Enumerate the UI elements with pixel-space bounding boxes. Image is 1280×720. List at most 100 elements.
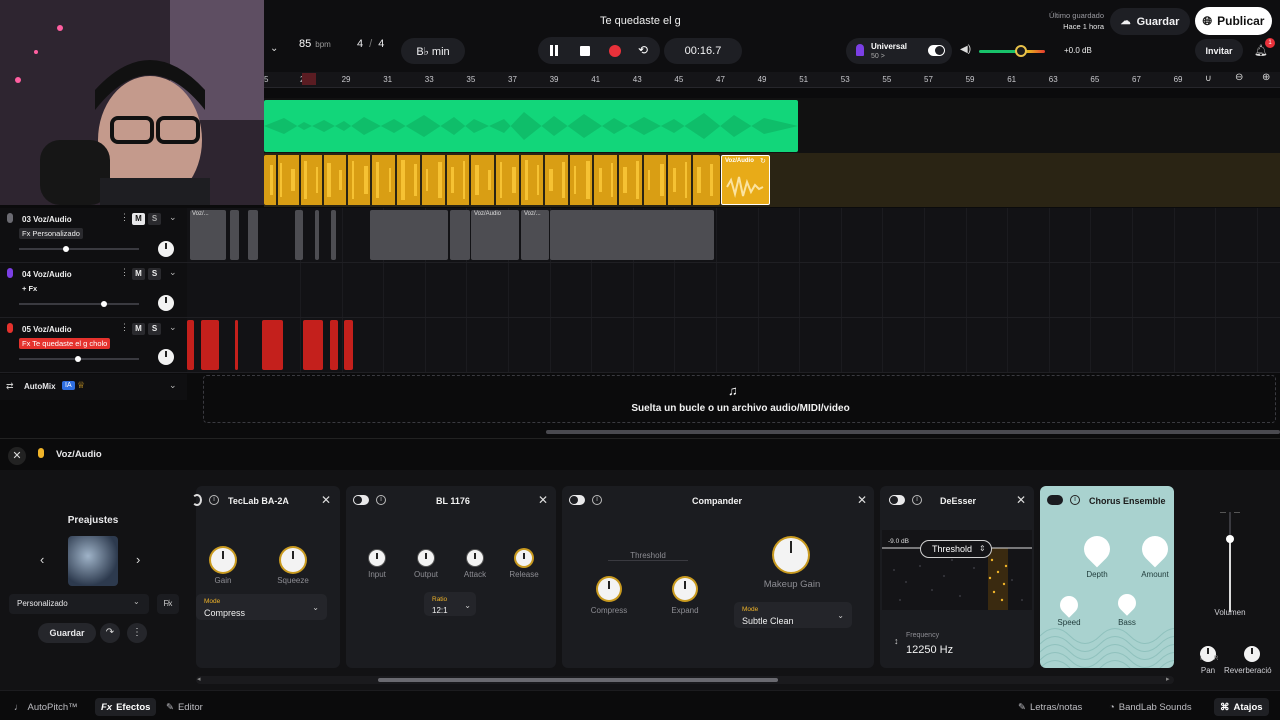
key-button[interactable]: B♭ min [401, 38, 465, 64]
track-header-03[interactable]: 03 Voz/Audio ⋮ M S ⌄ Fx Personalizado [0, 208, 187, 263]
shortcuts-tab[interactable]: ⌘ Atajos [1214, 698, 1269, 716]
scroll-left-icon[interactable]: ◂ [197, 675, 201, 683]
more-vert-icon[interactable]: ⋮ [120, 212, 129, 223]
fx-bypass-icon[interactable]: F̸x [157, 594, 179, 614]
preset-thumbnail[interactable] [68, 536, 118, 586]
preset-dropdown[interactable]: Personalizado ⌄ [9, 594, 149, 614]
loop-handle-icon[interactable]: ↻ [760, 157, 766, 165]
close-icon[interactable]: ✕ [321, 493, 331, 507]
track-volume-slider[interactable] [19, 246, 139, 252]
power-toggle[interactable] [889, 495, 905, 505]
close-icon[interactable]: ✕ [8, 447, 26, 465]
lane-track-05[interactable] [187, 318, 1280, 373]
zoom-out-icon[interactable]: ⊖ [1235, 72, 1243, 83]
red-audio-clip[interactable] [201, 320, 219, 370]
volume-knob[interactable] [1015, 45, 1027, 57]
yellow-audio-clip[interactable] [264, 155, 720, 205]
info-icon[interactable]: i [209, 495, 219, 505]
publish-button[interactable]: 🌐︎ Publicar [1195, 7, 1272, 35]
chevron-down-icon[interactable]: ⌄ [169, 267, 177, 278]
gray-audio-clip[interactable]: Voz/... [521, 210, 549, 260]
volume-fader-knob[interactable] [1226, 535, 1234, 543]
gray-audio-clip[interactable] [370, 210, 448, 260]
expand-knob[interactable] [674, 578, 696, 600]
playhead-marker[interactable] [302, 73, 316, 85]
zoom-in-icon[interactable]: ⊕ [1262, 72, 1270, 83]
more-vert-icon[interactable]: ⋮ [120, 322, 129, 333]
pan-knob[interactable] [158, 295, 174, 311]
info-icon[interactable]: i [592, 495, 602, 505]
green-audio-clip[interactable] [264, 100, 798, 152]
reverb-knob[interactable] [1244, 646, 1260, 662]
instrument-toggle[interactable] [928, 45, 945, 56]
pause-icon[interactable] [549, 45, 559, 56]
fx-card-compander[interactable]: i Compander ✕ Threshold Compress Expand … [562, 486, 874, 668]
editor-tab[interactable]: ✎ Editor [160, 698, 209, 716]
volume-knob[interactable] [63, 246, 69, 252]
more-vert-icon[interactable]: ⋮ [120, 267, 129, 278]
master-volume-slider[interactable] [979, 45, 1045, 57]
track-volume-slider[interactable] [19, 301, 139, 307]
chevron-down-icon[interactable]: ⌄ [270, 43, 278, 54]
attack-knob[interactable] [467, 550, 483, 566]
solo-button[interactable]: S [148, 213, 161, 225]
input-knob[interactable] [369, 550, 385, 566]
mute-button[interactable]: M [132, 268, 145, 280]
gray-audio-clip[interactable] [450, 210, 470, 260]
compander-mode-select[interactable]: Mode Subtle Clean ⌄ [734, 602, 852, 628]
pan-knob[interactable] [158, 241, 174, 257]
time-signature[interactable]: 4 / 4 [357, 38, 384, 50]
gray-audio-clip[interactable] [248, 210, 258, 260]
power-toggle-icon[interactable] [192, 494, 202, 506]
volume-knob[interactable] [75, 356, 81, 362]
speaker-icon[interactable]: ◀) [960, 44, 971, 55]
save-preset-button[interactable]: Guardar [38, 623, 96, 643]
red-audio-clip[interactable] [187, 320, 194, 370]
autopitch-tab[interactable]: ♩ AutoPitch™ [8, 698, 84, 716]
fx-chip[interactable]: Fx Personalizado [19, 228, 83, 239]
solo-button[interactable]: S [148, 323, 161, 335]
mode-select[interactable]: Mode Compress ⌄ [196, 594, 327, 620]
lane-track-01[interactable] [264, 98, 1280, 153]
chevron-down-icon[interactable]: ⌄ [169, 322, 177, 333]
threshold-dropdown[interactable]: Threshold ⇕ [920, 540, 992, 558]
fx-card-chorus[interactable]: i Chorus Ensemble Depth Amount Speed Bas… [1040, 486, 1174, 668]
track-header-04[interactable]: 04 Voz/Audio ⋮ M S ⌄ + Fx [0, 263, 187, 318]
fx-chip[interactable]: Fx Te quedaste el g cholo [19, 338, 111, 349]
tempo-display[interactable]: 85 bpm [288, 38, 331, 50]
record-icon[interactable] [609, 45, 621, 57]
instrument-selector[interactable]: Universal 50 > [846, 38, 952, 64]
add-fx-button[interactable]: + Fx [19, 283, 40, 294]
track-volume-slider[interactable] [19, 356, 139, 362]
lane-track-03[interactable]: Voz/... Voz/Audio Voz/... [187, 208, 1280, 263]
info-icon[interactable]: i [1070, 495, 1080, 505]
mute-button[interactable]: M [132, 213, 145, 225]
lyrics-tab[interactable]: ✎ Letras/notas [1012, 698, 1088, 716]
red-audio-clip[interactable] [303, 320, 323, 370]
chevron-down-icon[interactable]: ⌄ [169, 380, 177, 391]
project-title[interactable]: Te quedaste el g [600, 15, 681, 27]
ratio-select[interactable]: Ratio 12:1 ⌄ [424, 592, 476, 616]
power-toggle[interactable] [569, 495, 585, 505]
drop-zone[interactable]: ♫ Suelta un bucle o un archivo audio/MID… [203, 375, 1276, 423]
power-toggle[interactable] [1047, 495, 1063, 505]
lane-track-02[interactable]: Voz/Audio ↻ [264, 153, 1280, 207]
close-icon[interactable]: ✕ [1016, 493, 1026, 507]
lane-track-04[interactable] [187, 263, 1280, 318]
loop-icon[interactable]: ⟲ [638, 43, 648, 57]
gain-knob[interactable] [211, 548, 235, 572]
frequency-arrows-icon[interactable]: ↕ [894, 636, 899, 646]
fx-card-deesser[interactable]: i DeEsser ✕ -9.0 dB Threshold ⇕ ↕ Freque… [880, 486, 1034, 668]
save-button[interactable]: ☁ Guardar [1110, 8, 1190, 35]
share-icon[interactable]: ↷ [100, 623, 120, 643]
magnet-icon[interactable]: ∪ [1205, 73, 1212, 84]
squeeze-knob[interactable] [281, 548, 305, 572]
invite-button[interactable]: Invitar [1195, 39, 1243, 62]
stop-icon[interactable] [580, 46, 590, 56]
gray-audio-clip[interactable] [315, 210, 319, 260]
automix-row[interactable]: ⇄ AutoMix IA ♕ ⌄ [0, 374, 187, 400]
volume-fader[interactable] [1218, 512, 1242, 612]
track-header-05[interactable]: 05 Voz/Audio ⋮ M S ⌄ Fx Te quedaste el g… [0, 318, 187, 373]
gray-audio-clip[interactable]: Voz/... [190, 210, 226, 260]
mute-button[interactable]: M [132, 323, 145, 335]
